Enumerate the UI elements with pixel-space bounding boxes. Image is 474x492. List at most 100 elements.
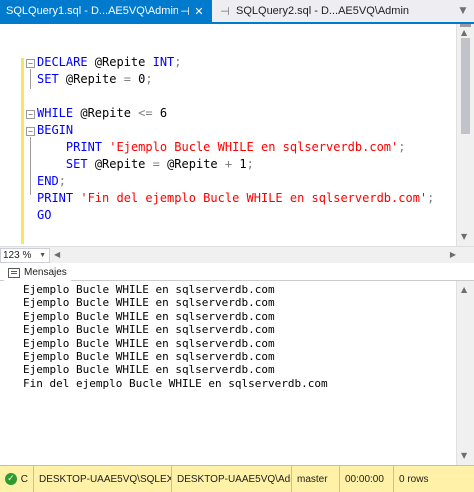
code-token: ; bbox=[145, 72, 153, 86]
code-token: = bbox=[152, 157, 160, 171]
code-line[interactable] bbox=[37, 88, 434, 105]
change-tracking-bar bbox=[21, 58, 24, 244]
server-label: DESKTOP-UAAE5VQ\SQLEXPRESS ... bbox=[39, 473, 171, 485]
collapse-icon[interactable]: − bbox=[26, 127, 35, 136]
code-token: SET bbox=[37, 72, 59, 86]
code-line[interactable]: WHILE @Repite <= 6 bbox=[37, 105, 434, 122]
fold-guide bbox=[30, 137, 31, 195]
status-bar: ✓ C DESKTOP-UAAE5VQ\SQLEXPRESS ... DESKT… bbox=[0, 465, 474, 492]
editor-vertical-scrollbar[interactable]: ▲ ▼ bbox=[456, 24, 474, 246]
code-token: PRINT bbox=[65, 140, 103, 154]
tab-title: SQLQuery1.sql - D...AE5VQ\Admin (52))* bbox=[6, 5, 178, 17]
message-line: Fin del ejemplo Bucle WHILE en sqlserver… bbox=[23, 376, 328, 390]
messages-vertical-scrollbar[interactable]: ▲ ▼ bbox=[456, 281, 474, 465]
collapse-icon[interactable]: − bbox=[26, 59, 35, 68]
document-tab-strip: SQLQuery1.sql - D...AE5VQ\Admin (52))* ⊣… bbox=[0, 0, 474, 24]
code-token: = bbox=[123, 72, 131, 86]
code-token: <= bbox=[138, 106, 153, 120]
pin-icon[interactable]: ⊣ bbox=[178, 5, 192, 18]
split-handle[interactable] bbox=[460, 24, 471, 27]
code-token: ; bbox=[58, 174, 66, 188]
messages-pane[interactable]: Ejemplo Bucle WHILE en sqlserverdb.com Ej… bbox=[0, 281, 456, 465]
code-token: 'Ejemplo Bucle WHILE en sqlserverdb.com' bbox=[109, 140, 399, 154]
user-name: DESKTOP-UAAE5VQ\Admin ... bbox=[172, 466, 292, 492]
code-line[interactable]: DECLARE @Repite INT; bbox=[37, 54, 434, 71]
code-line[interactable]: PRINT 'Fin del ejemplo Bucle WHILE en sq… bbox=[37, 190, 434, 207]
tab-sqlquery2[interactable]: ⊣ SQLQuery2.sql - D...AE5VQ\Admin (60)) bbox=[212, 0, 415, 22]
code-token: @Repite bbox=[87, 55, 153, 69]
code-token: ; bbox=[174, 55, 182, 69]
tab-sqlquery1[interactable]: SQLQuery1.sql - D...AE5VQ\Admin (52))* ⊣… bbox=[0, 0, 212, 22]
code-token: @Repite bbox=[159, 157, 225, 171]
code-token: DECLARE bbox=[37, 55, 88, 69]
code-line[interactable]: END; bbox=[37, 173, 434, 190]
chevron-down-icon[interactable]: ▼ bbox=[452, 0, 474, 22]
scroll-thumb[interactable] bbox=[461, 38, 470, 134]
connection-state: ✓ C bbox=[0, 466, 34, 492]
editor-horizontal-scrollbar[interactable]: ◀ ▶ bbox=[50, 247, 474, 264]
scroll-down-icon[interactable]: ▼ bbox=[461, 451, 467, 460]
code-line[interactable]: SET @Repite = @Repite + 1; bbox=[37, 156, 434, 173]
code-line[interactable]: BEGIN bbox=[37, 122, 434, 139]
tab-messages[interactable]: Mensajes bbox=[4, 264, 71, 281]
code-token: 1 bbox=[232, 157, 247, 171]
scroll-down-icon[interactable]: ▼ bbox=[461, 232, 467, 241]
check-icon: ✓ bbox=[5, 473, 17, 485]
state-label: C bbox=[20, 473, 28, 485]
message-line: Ejemplo Bucle WHILE en sqlserverdb.com bbox=[23, 363, 275, 377]
code-line[interactable]: SET @Repite = 0; bbox=[37, 71, 434, 88]
message-line: Ejemplo Bucle WHILE en sqlserverdb.com bbox=[23, 336, 275, 350]
code-token: GO bbox=[37, 208, 52, 222]
message-line: Ejemplo Bucle WHILE en sqlserverdb.com bbox=[23, 283, 275, 296]
elapsed-label: 00:00:00 bbox=[345, 473, 384, 485]
messages-text: Ejemplo Bucle WHILE en sqlserverdb.com Ej… bbox=[23, 283, 328, 390]
zoom-select[interactable]: 123 % ▼ bbox=[0, 247, 50, 263]
user-label: DESKTOP-UAAE5VQ\Admin ... bbox=[177, 473, 291, 485]
editor-zoom-bar: 123 % ▼ ◀ ▶ bbox=[0, 246, 474, 263]
fold-guide bbox=[30, 69, 31, 89]
scroll-up-icon[interactable]: ▲ bbox=[461, 285, 467, 294]
code-token: ; bbox=[398, 140, 406, 154]
code-token: INT bbox=[152, 55, 175, 69]
scroll-right-icon[interactable]: ▶ bbox=[450, 250, 456, 259]
code-token: @Repite bbox=[58, 72, 124, 86]
chevron-down-icon: ▼ bbox=[39, 251, 46, 259]
elapsed-time: 00:00:00 bbox=[340, 466, 394, 492]
row-count: 0 rows bbox=[394, 466, 433, 492]
scroll-up-icon[interactable]: ▲ bbox=[461, 28, 467, 37]
message-line: Ejemplo Bucle WHILE en sqlserverdb.com bbox=[23, 309, 275, 323]
code-token: @Repite bbox=[87, 157, 153, 171]
line-gutter bbox=[0, 24, 20, 246]
code-text[interactable]: DECLARE @Repite INT; SET @Repite = 0; WHIL… bbox=[37, 54, 434, 224]
server-name: DESKTOP-UAAE5VQ\SQLEXPRESS ... bbox=[34, 466, 172, 492]
database-label: master bbox=[297, 473, 328, 485]
code-token: ; bbox=[246, 157, 254, 171]
database-name: master bbox=[292, 466, 340, 492]
code-line[interactable]: GO bbox=[37, 207, 434, 224]
code-token: @Repite bbox=[73, 106, 139, 120]
close-icon[interactable]: ✕ bbox=[192, 5, 206, 18]
scroll-left-icon[interactable]: ◀ bbox=[54, 250, 60, 259]
code-token: 'Fin del ejemplo Bucle WHILE en sqlserve… bbox=[80, 191, 428, 205]
message-line: Ejemplo Bucle WHILE en sqlserverdb.com bbox=[23, 350, 275, 364]
code-token: PRINT bbox=[37, 191, 74, 205]
messages-icon bbox=[8, 267, 20, 278]
code-token: ; bbox=[427, 191, 435, 205]
code-token: 6 bbox=[152, 106, 168, 120]
collapse-icon[interactable]: − bbox=[26, 110, 35, 119]
code-token: SET bbox=[65, 157, 88, 171]
code-token: WHILE bbox=[37, 106, 74, 120]
message-line: Ejemplo Bucle WHILE en sqlserverdb.com bbox=[23, 296, 275, 310]
tab-label: Mensajes bbox=[24, 267, 67, 278]
tab-title: SQLQuery2.sql - D...AE5VQ\Admin (60)) bbox=[236, 5, 409, 17]
code-token: 0 bbox=[130, 72, 146, 86]
code-token: BEGIN bbox=[37, 123, 74, 137]
code-line[interactable]: PRINT 'Ejemplo Bucle WHILE en sqlserverd… bbox=[37, 139, 434, 156]
query-editor[interactable]: − − − DECLARE @Repite INT; SET @Repite = … bbox=[0, 24, 474, 246]
zoom-value: 123 % bbox=[3, 249, 32, 261]
results-tab-strip: Mensajes bbox=[0, 263, 474, 281]
pin-icon[interactable]: ⊣ bbox=[218, 5, 232, 18]
message-line: Ejemplo Bucle WHILE en sqlserverdb.com bbox=[23, 323, 275, 337]
